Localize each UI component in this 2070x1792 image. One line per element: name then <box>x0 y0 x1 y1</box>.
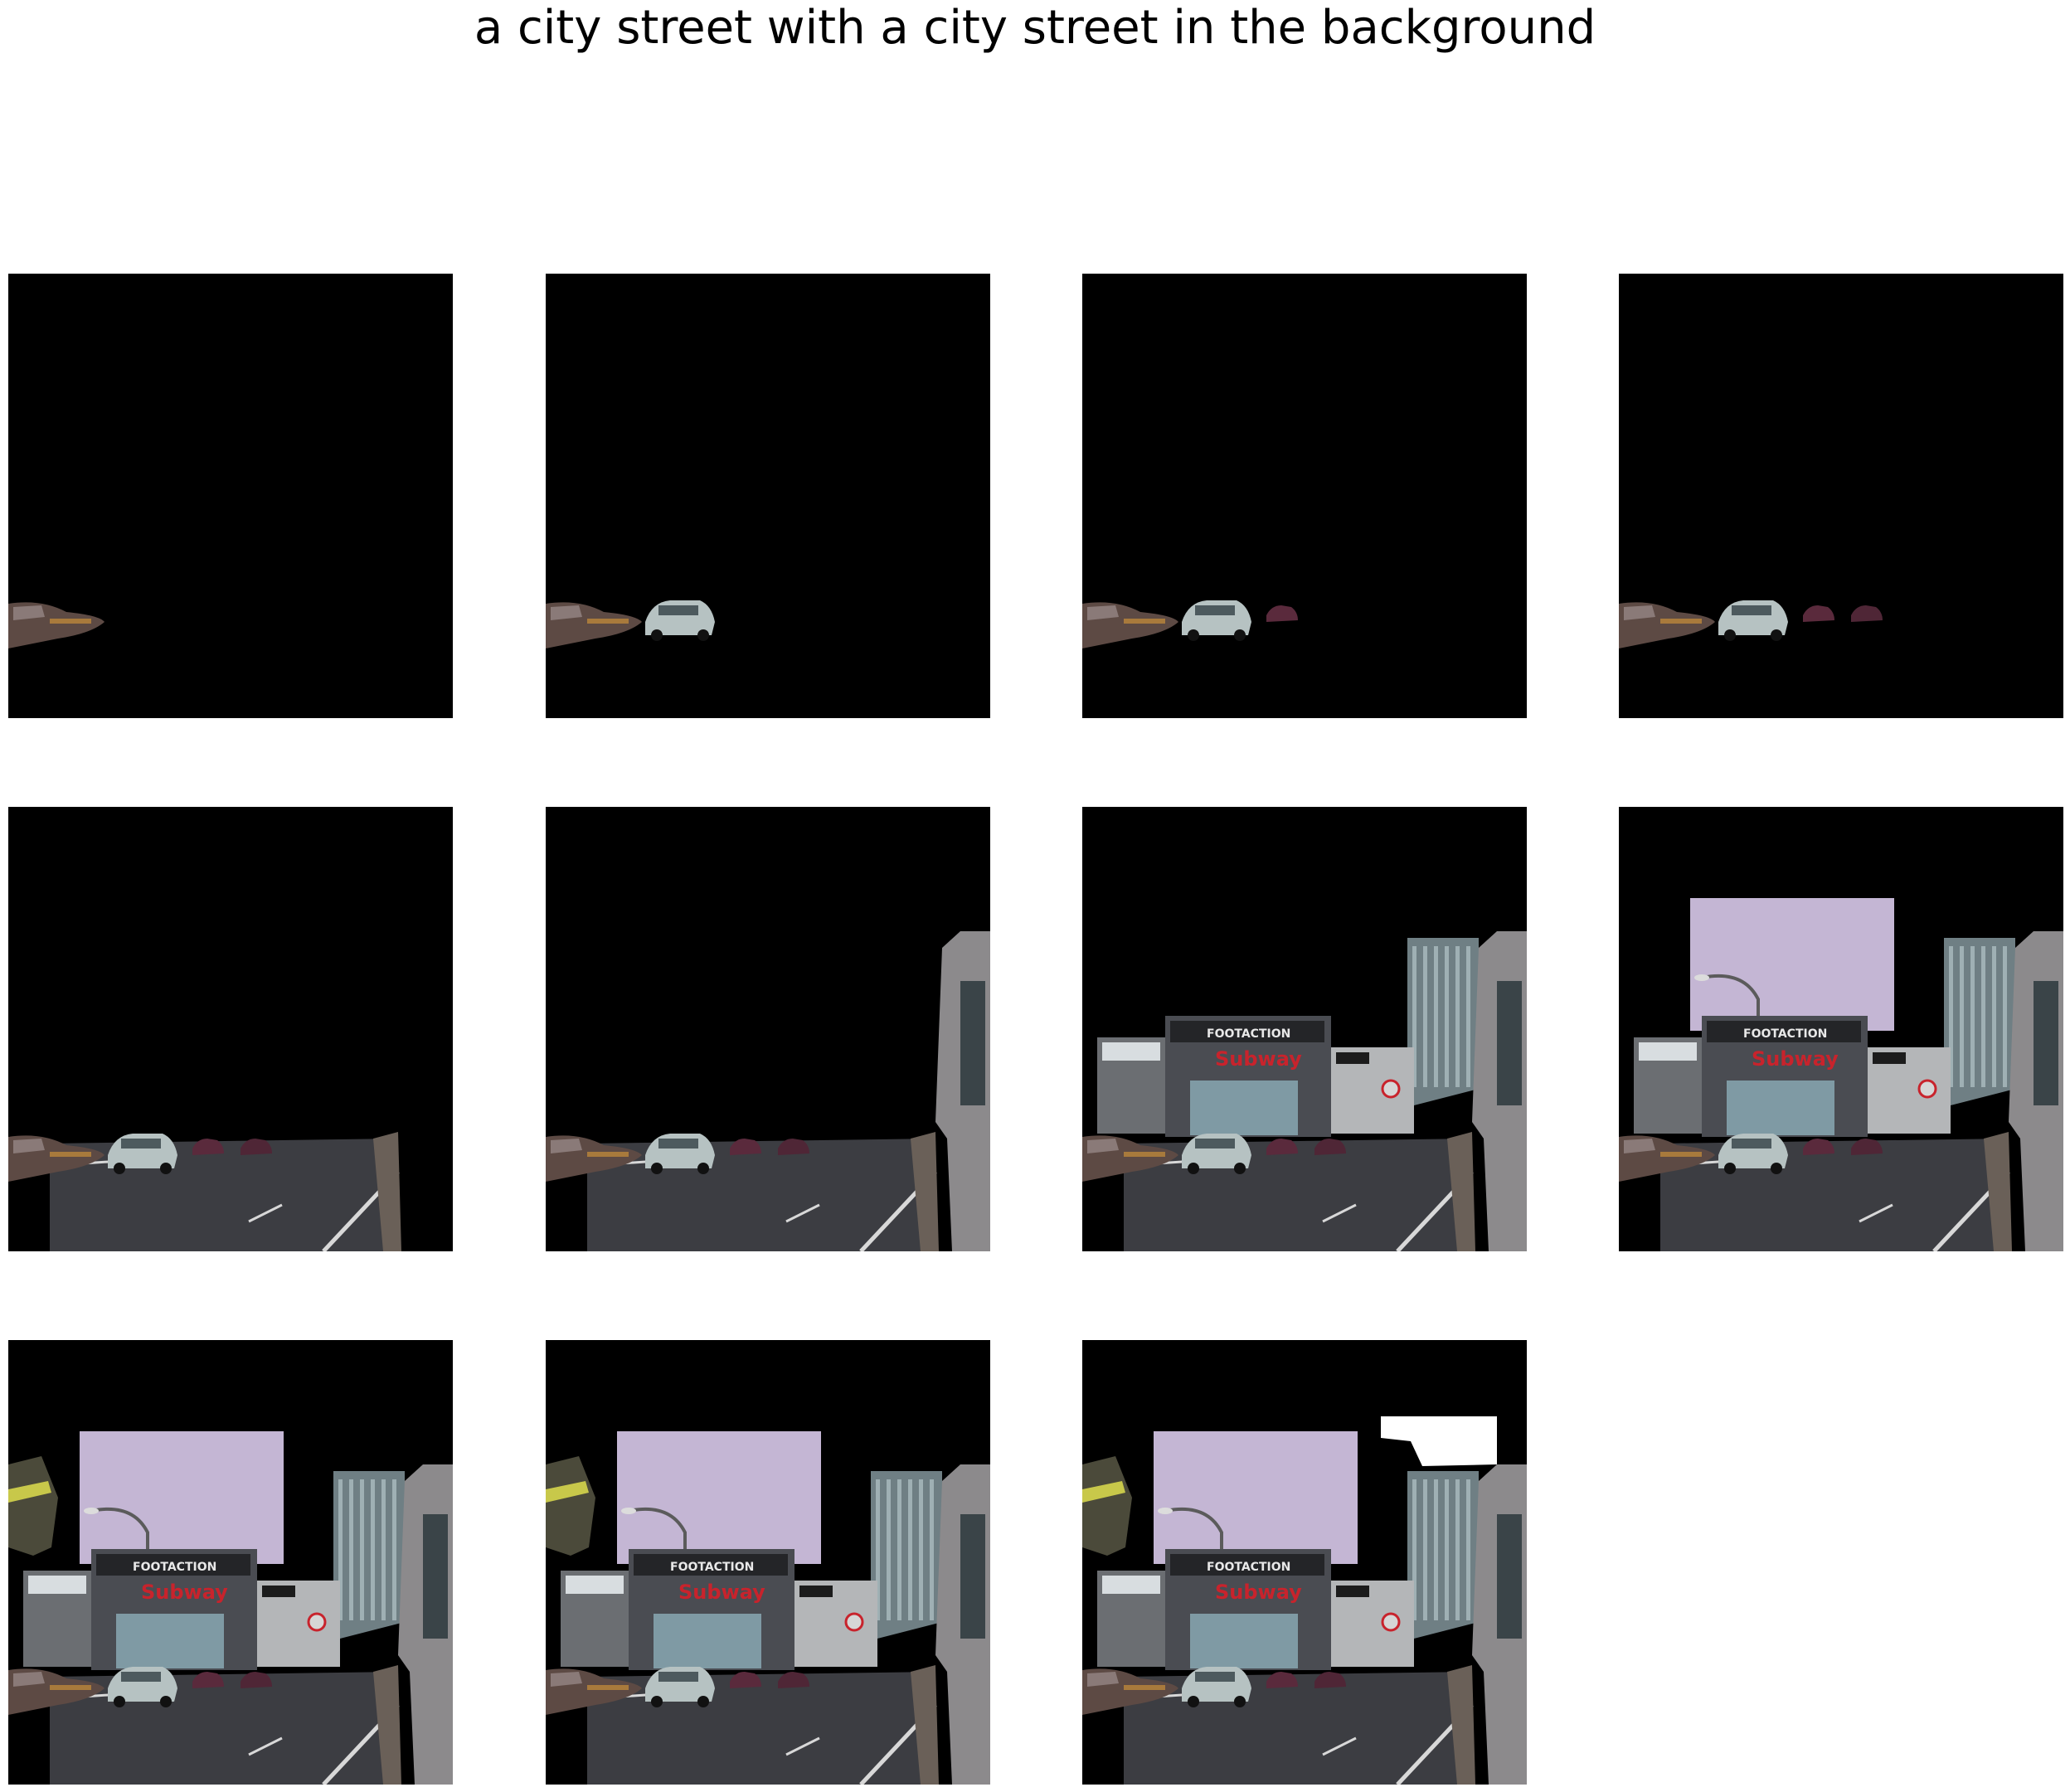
layer-car-silver <box>645 1134 715 1174</box>
panel-7: FOOTACTION Subway <box>1082 807 1527 1251</box>
layer-car-silver <box>1182 1134 1251 1174</box>
layer-sky <box>1154 1431 1358 1564</box>
image-grid: FOOTACTION Subway FOOTACTION Subway FOOTACTI… <box>0 0 2070 1792</box>
panel-5 <box>8 807 453 1251</box>
panel-image <box>546 807 990 1251</box>
layer-car-silver <box>1182 1667 1251 1707</box>
layer-car-silver <box>108 1667 177 1707</box>
layer-road <box>1660 1132 2012 1251</box>
layer-tower-right <box>333 1471 405 1639</box>
layer-car-silver <box>108 1134 177 1174</box>
store-sign-text: FOOTACTION <box>1743 1027 1827 1041</box>
panel-image: FOOTACTION Subway <box>546 1340 990 1785</box>
panel-3 <box>1082 274 1527 718</box>
subway-sign-text: Subway <box>678 1581 765 1604</box>
layer-car-silver <box>645 600 715 641</box>
layer-car-silver <box>1182 600 1251 641</box>
panel-9: FOOTACTION Subway <box>8 1340 453 1785</box>
layer-road <box>587 1132 939 1251</box>
layer-car-silver <box>1718 1134 1788 1174</box>
panel-4 <box>1619 274 2063 718</box>
layer-tower-right <box>1407 938 1479 1105</box>
layer-tower-right <box>1944 938 2015 1105</box>
panel-8: FOOTACTION Subway <box>1619 807 2063 1251</box>
store-sign-text: FOOTACTION <box>670 1561 754 1574</box>
panel-image <box>8 807 453 1251</box>
subway-sign-text: Subway <box>1752 1047 1839 1071</box>
panel-2 <box>546 274 990 718</box>
layer-car-silver <box>1718 600 1788 641</box>
layer-sky <box>80 1431 284 1564</box>
subway-sign-text: Subway <box>1215 1581 1302 1604</box>
subway-sign-text: Subway <box>1215 1047 1302 1071</box>
layer-road <box>50 1132 401 1251</box>
layer-road <box>1124 1132 1475 1251</box>
panel-image: FOOTACTION Subway <box>8 1340 453 1785</box>
store-sign-text: FOOTACTION <box>1207 1027 1290 1041</box>
store-sign-text: FOOTACTION <box>133 1561 216 1574</box>
panel-10: FOOTACTION Subway <box>546 1340 990 1785</box>
layer-sky <box>1690 898 1894 1031</box>
panel-image <box>1619 274 2063 718</box>
panel-image <box>546 274 990 718</box>
panel-image <box>8 274 453 718</box>
layer-tower-right <box>871 1471 942 1639</box>
panel-image <box>1082 274 1527 718</box>
panel-6 <box>546 807 990 1251</box>
panel-image: FOOTACTION Subway <box>1082 807 1527 1251</box>
layer-road <box>50 1665 401 1785</box>
subway-sign-text: Subway <box>141 1581 228 1604</box>
panel-1 <box>8 274 453 718</box>
panel-11: FOOTACTION Subway <box>1082 1340 1527 1785</box>
panel-image: FOOTACTION Subway <box>1082 1340 1527 1785</box>
layer-sky <box>617 1431 821 1564</box>
store-sign-text: FOOTACTION <box>1207 1561 1290 1574</box>
layer-road <box>1124 1665 1475 1785</box>
layer-car-silver <box>645 1667 715 1707</box>
panel-image: FOOTACTION Subway <box>1619 807 2063 1251</box>
layer-tower-right <box>1407 1471 1479 1639</box>
layer-road <box>587 1665 939 1785</box>
